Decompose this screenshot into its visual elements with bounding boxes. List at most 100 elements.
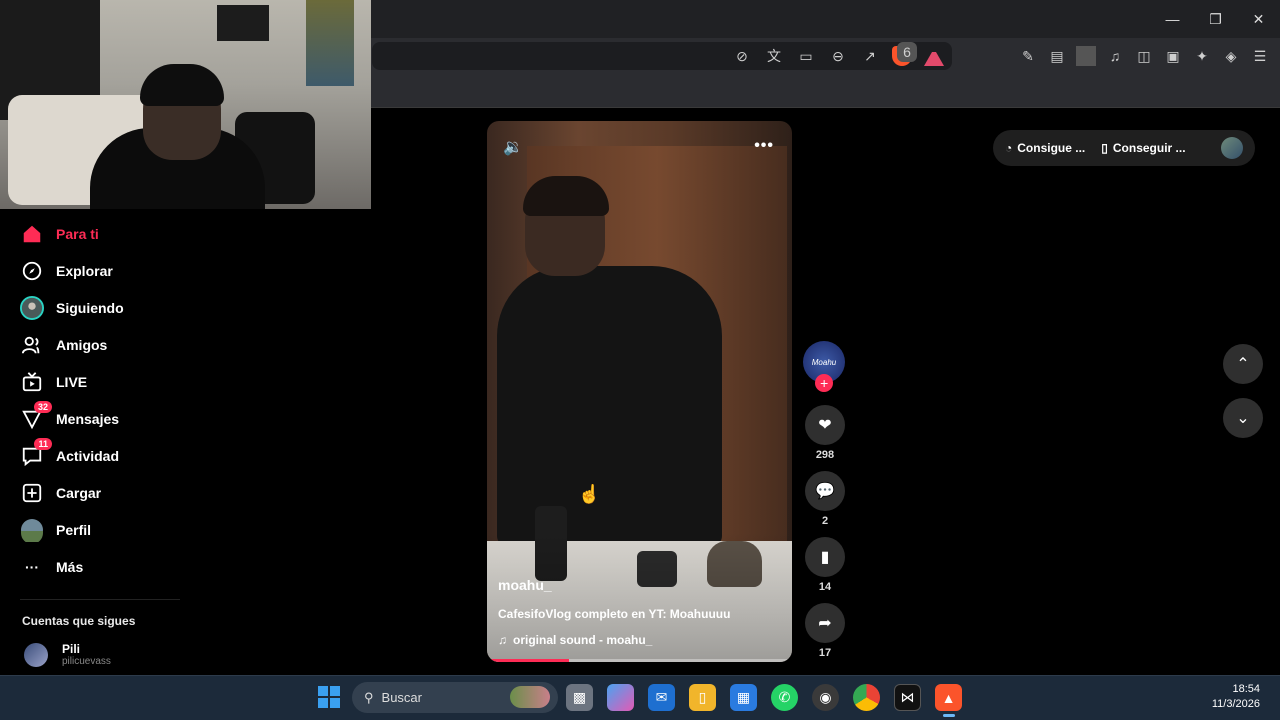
search-icon: ⚲ bbox=[364, 689, 374, 705]
video-player[interactable]: 🔉 ••• moahu_ CafesifoVlog completo en YT… bbox=[487, 121, 792, 662]
follow-plus-icon[interactable]: + bbox=[815, 374, 833, 392]
upload-icon bbox=[20, 481, 44, 505]
toolbar-divider bbox=[1076, 46, 1096, 66]
sidebar-item-amigos[interactable]: Amigos bbox=[0, 326, 200, 363]
bookmark-icon: ▮ bbox=[820, 549, 830, 566]
comment-button[interactable]: 💬 bbox=[805, 471, 845, 511]
like-count: 298 bbox=[815, 449, 835, 461]
more-icon: ··· bbox=[25, 558, 39, 575]
wallet-icon[interactable]: ▣ bbox=[1163, 46, 1183, 66]
taskbar-clock[interactable]: 18:54 11/3/2026 bbox=[1212, 682, 1260, 712]
store-icon[interactable]: ▦ bbox=[730, 684, 757, 711]
more-options-icon[interactable]: ••• bbox=[754, 137, 774, 155]
capcut-icon[interactable]: ⋈ bbox=[894, 684, 921, 711]
zoom-out-icon[interactable]: ⊖ bbox=[828, 46, 848, 66]
app-icon[interactable]: ◉ bbox=[812, 684, 839, 711]
compass-icon bbox=[20, 259, 44, 283]
sidebar-item-actividad[interactable]: 11 Actividad bbox=[0, 437, 200, 474]
translate-icon[interactable]: 文 bbox=[764, 46, 784, 66]
video-username[interactable]: moahu_ bbox=[498, 577, 552, 593]
get-coins-button[interactable]: ◔ Consigue ... bbox=[1005, 141, 1085, 155]
coin-icon: ◔ bbox=[1005, 141, 1013, 155]
copilot-icon[interactable] bbox=[607, 684, 634, 711]
comment-icon: 💬 bbox=[815, 483, 835, 500]
video-progress-bar[interactable] bbox=[487, 659, 792, 662]
sidebar-icon[interactable]: ◫ bbox=[1134, 46, 1154, 66]
heart-icon: ❤ bbox=[818, 417, 832, 434]
sidebar-item-cargar[interactable]: Cargar bbox=[0, 474, 200, 511]
vpn-icon[interactable]: ◈ bbox=[1221, 46, 1241, 66]
activity-icon: 11 bbox=[20, 437, 52, 468]
next-video-button[interactable]: ⌄ bbox=[1223, 398, 1263, 438]
video-actions: Moahu + ❤ 298 💬 2 ▮ 14 ➦ 17 bbox=[803, 341, 847, 665]
like-button[interactable]: ❤ bbox=[805, 405, 845, 445]
save-button[interactable]: ▮ bbox=[805, 537, 845, 577]
windows-start-icon[interactable] bbox=[318, 686, 340, 708]
window-controls: — ❐ ✕ bbox=[1151, 0, 1280, 38]
sidebar-nav: Para ti Explorar Siguiendo Amigos LIVE 3… bbox=[0, 215, 200, 667]
sidebar-item-label: Perfil bbox=[56, 521, 92, 538]
following-name: Pili bbox=[62, 642, 81, 656]
sidebar-item-explorar[interactable]: Explorar bbox=[0, 252, 200, 289]
phone-icon: ▯ bbox=[1101, 141, 1108, 155]
close-button[interactable]: ✕ bbox=[1237, 0, 1280, 38]
creator-avatar[interactable]: Moahu + bbox=[803, 341, 845, 392]
shield-count: 6 bbox=[897, 42, 917, 62]
minimize-button[interactable]: — bbox=[1151, 0, 1194, 38]
sidebar-item-mas[interactable]: ··· Más bbox=[0, 548, 200, 585]
music-note-icon: ♫ bbox=[498, 633, 507, 647]
sidebar-item-label: Cargar bbox=[56, 484, 102, 501]
task-view-icon[interactable]: ▩ bbox=[566, 684, 593, 711]
following-section-title: Cuentas que sigues bbox=[22, 614, 136, 628]
sidebar-item-label: Actividad bbox=[56, 447, 120, 464]
file-explorer-icon[interactable]: ▯ bbox=[689, 684, 716, 711]
friends-icon bbox=[20, 333, 44, 357]
video-sound[interactable]: ♫ original sound - moahu_ bbox=[498, 633, 652, 647]
clock-date: 11/3/2026 bbox=[1211, 698, 1260, 710]
brave-shield-icon[interactable]: 6 bbox=[892, 42, 917, 66]
browser-toolbar-icons: ✎ ▤ ♫ ◫ ▣ ✦ ◈ ☰ bbox=[1018, 46, 1270, 66]
messages-badge: 32 bbox=[33, 400, 52, 413]
profile-avatar[interactable] bbox=[1221, 137, 1243, 159]
chrome-icon[interactable] bbox=[853, 684, 880, 711]
sidebar-item-mensajes[interactable]: 32 Mensajes bbox=[0, 400, 200, 437]
share-count: 17 bbox=[818, 647, 832, 659]
get-coins-label: Consigue ... bbox=[1017, 141, 1086, 155]
outlook-icon[interactable]: ✉ bbox=[648, 684, 675, 711]
following-account[interactable]: Pili pilicuevass bbox=[0, 628, 200, 667]
sidebar-item-label: Más bbox=[56, 558, 84, 575]
avatar bbox=[24, 642, 48, 667]
media-icon[interactable]: ♫ bbox=[1105, 46, 1125, 66]
share-icon[interactable]: ↗ bbox=[860, 46, 880, 66]
share-button[interactable]: ➦ bbox=[805, 603, 845, 643]
sidebar-item-label: LIVE bbox=[56, 373, 88, 390]
save-count: 14 bbox=[818, 581, 832, 593]
hand-cursor-icon: ☝ bbox=[578, 484, 601, 504]
extensions-icon[interactable]: ✎ bbox=[1018, 46, 1038, 66]
whatsapp-icon[interactable]: ✆ bbox=[771, 684, 798, 711]
live-tv-icon bbox=[20, 370, 44, 394]
menu-icon[interactable]: ☰ bbox=[1250, 46, 1270, 66]
profile-avatar-icon bbox=[20, 518, 44, 542]
brave-rewards-icon[interactable] bbox=[924, 46, 944, 66]
restore-button[interactable]: ❐ bbox=[1194, 0, 1237, 38]
reader-icon[interactable]: ▤ bbox=[1047, 46, 1067, 66]
no-sound-icon[interactable]: ⊘ bbox=[732, 46, 752, 66]
sidebar-item-siguiendo[interactable]: Siguiendo bbox=[0, 289, 200, 326]
taskbar-search[interactable]: ⚲ Buscar bbox=[352, 682, 558, 713]
sidebar-item-label: Amigos bbox=[56, 336, 108, 353]
get-app-button[interactable]: ▯ Conseguir ... bbox=[1101, 141, 1185, 155]
brave-icon[interactable]: ▲ bbox=[935, 684, 962, 717]
send-icon: 32 bbox=[20, 400, 52, 431]
cast-icon[interactable]: ▭ bbox=[796, 46, 816, 66]
leo-ai-icon[interactable]: ✦ bbox=[1192, 46, 1212, 66]
address-bar-icons: ⊘ 文 ▭ ⊖ ↗ 6 bbox=[732, 42, 944, 66]
video-caption: CafesifoVlog completo en YT: Moahuuuu bbox=[498, 607, 731, 621]
previous-video-button[interactable]: ⌃ bbox=[1223, 344, 1263, 384]
sidebar-item-para-ti[interactable]: Para ti bbox=[0, 215, 200, 252]
volume-icon[interactable]: 🔉 bbox=[503, 137, 523, 157]
search-highlight-image bbox=[510, 686, 550, 708]
sidebar-item-perfil[interactable]: Perfil bbox=[0, 511, 200, 548]
following-avatar-icon bbox=[20, 295, 44, 320]
sidebar-item-live[interactable]: LIVE bbox=[0, 363, 200, 400]
